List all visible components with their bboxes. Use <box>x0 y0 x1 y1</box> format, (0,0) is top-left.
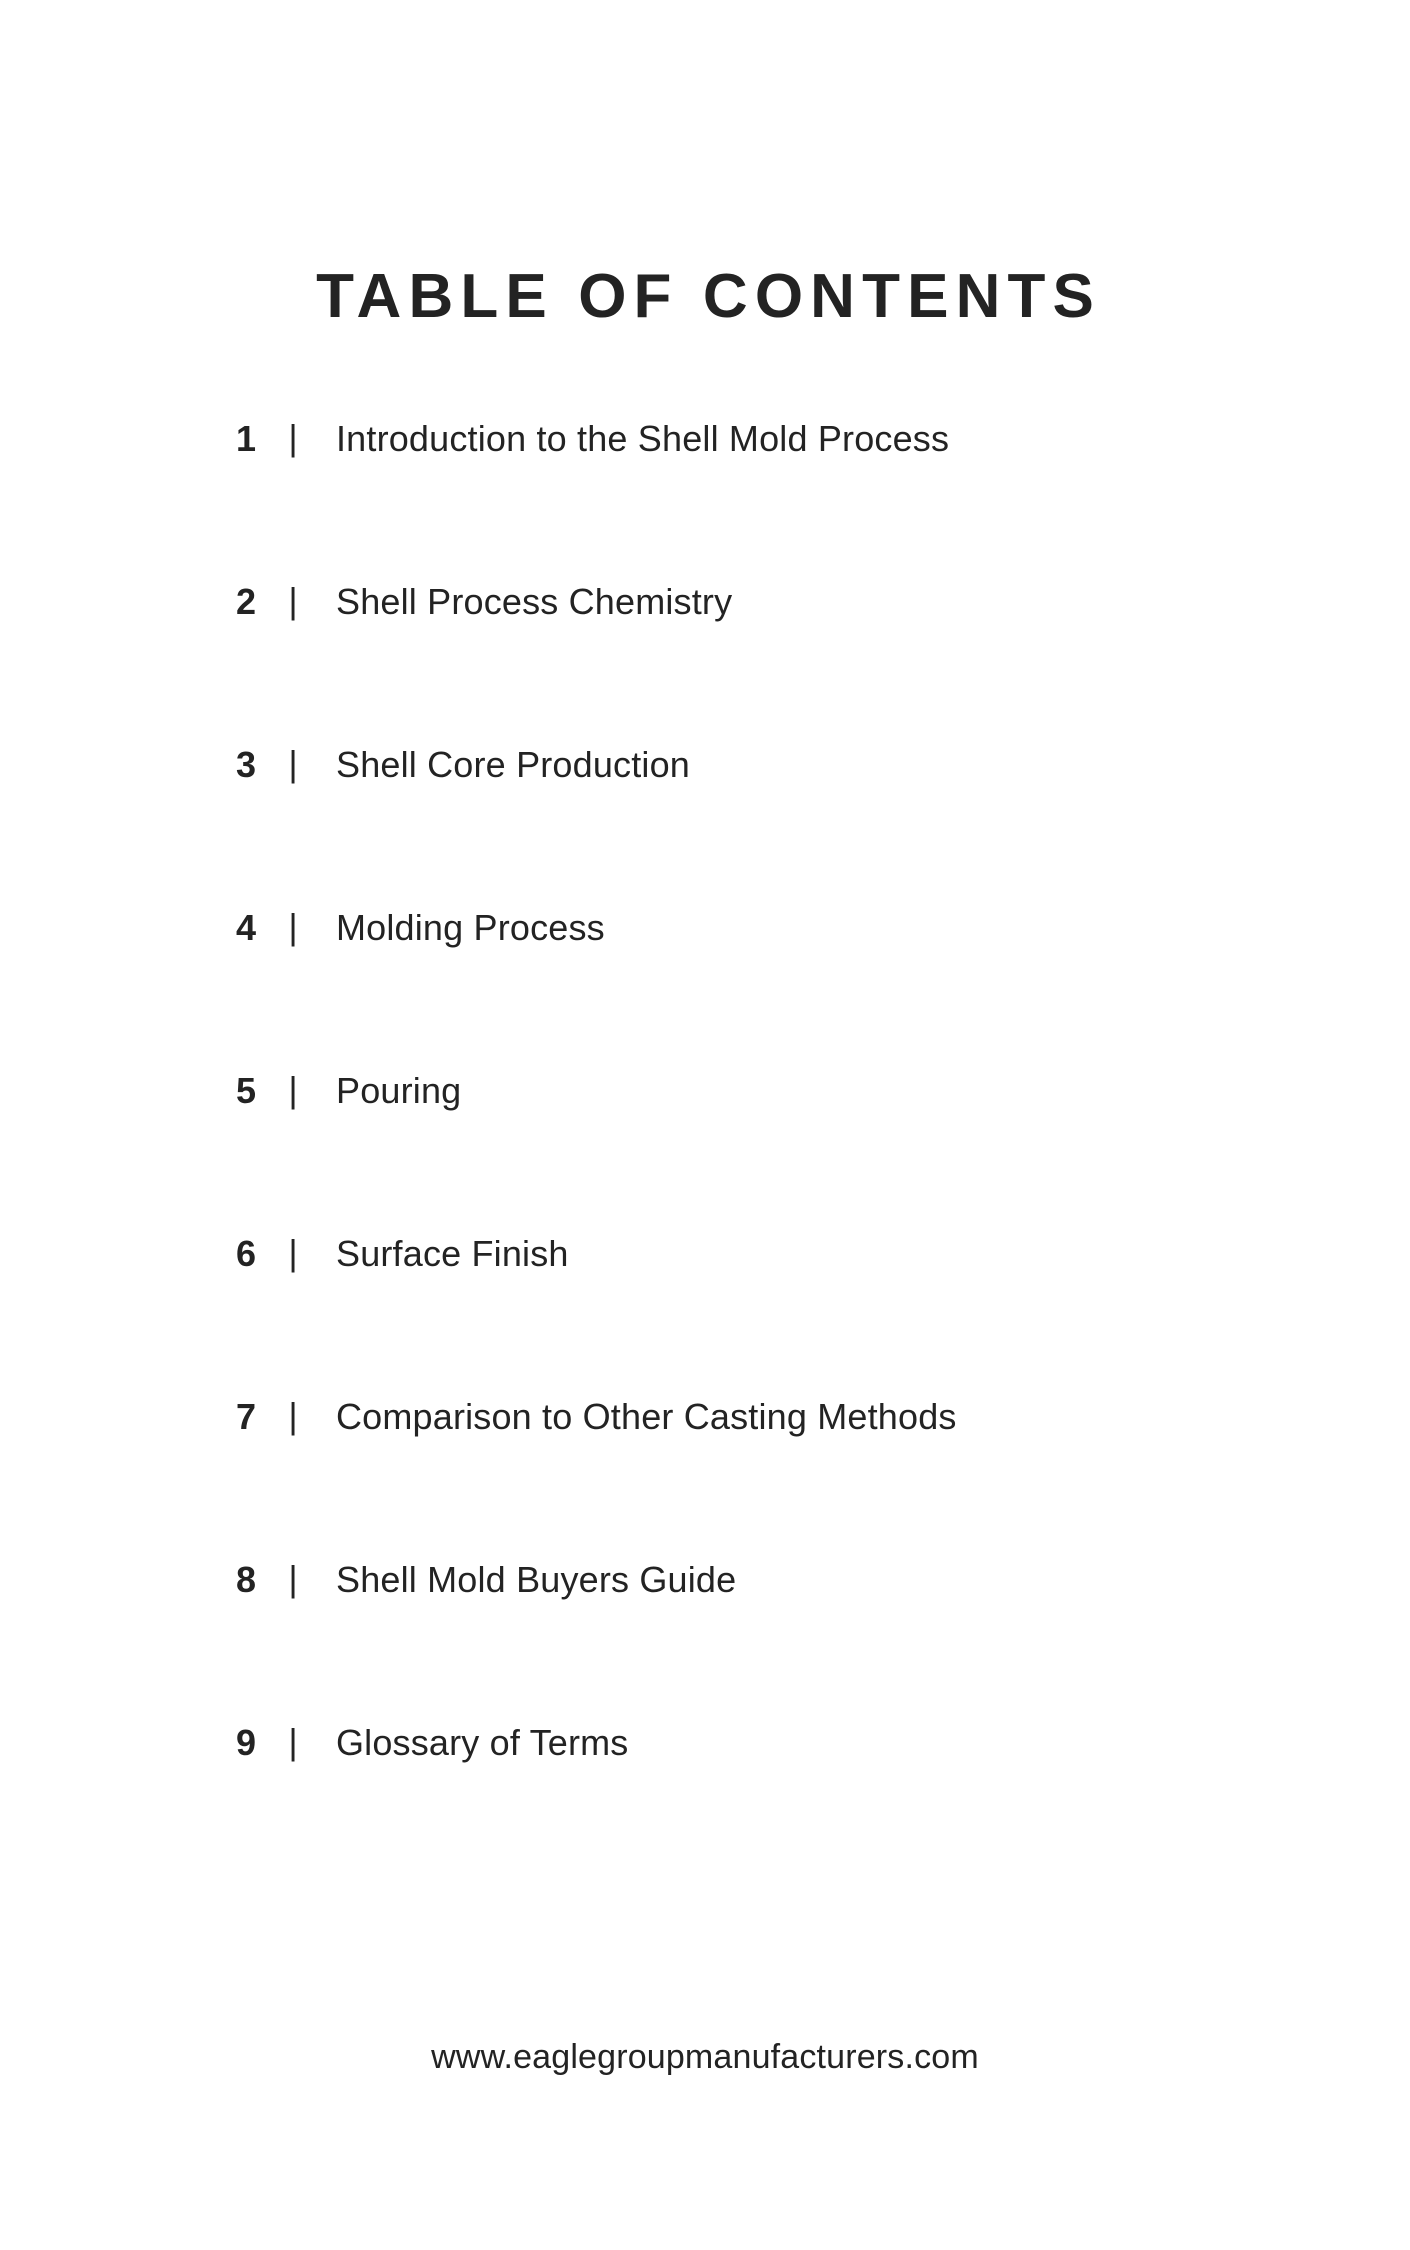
toc-entry-label[interactable]: Introduction to the Shell Mold Process <box>324 418 949 460</box>
pipe-divider-icon: | <box>288 1232 298 1273</box>
toc-entry-3[interactable]: 3 | Shell Core Production <box>0 743 1410 907</box>
toc-entry-1[interactable]: 1 | Introduction to the Shell Mold Proce… <box>0 417 1410 581</box>
toc-entry-label[interactable]: Pouring <box>324 1070 461 1112</box>
toc-entry-label[interactable]: Glossary of Terms <box>324 1722 628 1764</box>
toc-entry-row[interactable]: 2 | Shell Process Chemistry <box>236 580 732 623</box>
toc-entry-row[interactable]: 4 | Molding Process <box>236 906 605 949</box>
toc-entry-row[interactable]: 5 | Pouring <box>236 1069 461 1112</box>
pipe-divider-icon: | <box>288 1395 298 1436</box>
toc-entry-label[interactable]: Surface Finish <box>324 1233 569 1275</box>
toc-entry-number: 1 <box>236 418 257 459</box>
pipe-divider-icon: | <box>288 743 298 784</box>
pipe-divider-icon: | <box>288 1721 298 1762</box>
toc-entry-row[interactable]: 8 | Shell Mold Buyers Guide <box>236 1558 736 1601</box>
toc-entry-number: 9 <box>236 1722 257 1763</box>
pipe-divider-icon: | <box>288 580 298 621</box>
toc-entry-number: 8 <box>236 1559 257 1600</box>
page-footer: www.eaglegroupmanufacturers.com <box>0 2038 1410 2077</box>
table-of-contents-list: 1 | Introduction to the Shell Mold Proce… <box>0 417 1410 1885</box>
toc-entry-8[interactable]: 8 | Shell Mold Buyers Guide <box>0 1558 1410 1722</box>
toc-entry-label[interactable]: Comparison to Other Casting Methods <box>324 1396 957 1438</box>
document-page: TABLE OF CONTENTS 1 | Introduction to th… <box>0 0 1410 2250</box>
toc-entry-label[interactable]: Shell Process Chemistry <box>324 581 732 623</box>
toc-entry-label[interactable]: Shell Core Production <box>324 744 690 786</box>
toc-entry-row[interactable]: 3 | Shell Core Production <box>236 743 690 786</box>
toc-entry-label[interactable]: Molding Process <box>324 907 605 949</box>
footer-website-url[interactable]: www.eaglegroupmanufacturers.com <box>431 2038 979 2076</box>
pipe-divider-icon: | <box>288 1558 298 1599</box>
toc-entry-row[interactable]: 7 | Comparison to Other Casting Methods <box>236 1395 957 1438</box>
toc-entry-4[interactable]: 4 | Molding Process <box>0 906 1410 1070</box>
pipe-divider-icon: | <box>288 906 298 947</box>
toc-entry-number: 4 <box>236 907 257 948</box>
pipe-divider-icon: | <box>288 417 298 458</box>
pipe-divider-icon: | <box>288 1069 298 1110</box>
toc-entry-number: 2 <box>236 581 257 622</box>
toc-entry-2[interactable]: 2 | Shell Process Chemistry <box>0 580 1410 744</box>
toc-entry-label[interactable]: Shell Mold Buyers Guide <box>324 1559 736 1601</box>
toc-entry-number: 5 <box>236 1070 257 1111</box>
toc-entry-row[interactable]: 9 | Glossary of Terms <box>236 1721 628 1764</box>
toc-entry-5[interactable]: 5 | Pouring <box>0 1069 1410 1233</box>
toc-entry-row[interactable]: 1 | Introduction to the Shell Mold Proce… <box>236 417 949 460</box>
toc-entry-row[interactable]: 6 | Surface Finish <box>236 1232 569 1275</box>
toc-entry-6[interactable]: 6 | Surface Finish <box>0 1232 1410 1396</box>
toc-entry-number: 3 <box>236 744 257 785</box>
toc-entry-number: 6 <box>236 1233 257 1274</box>
toc-entry-7[interactable]: 7 | Comparison to Other Casting Methods <box>0 1395 1410 1559</box>
toc-entry-9[interactable]: 9 | Glossary of Terms <box>0 1721 1410 1885</box>
toc-entry-number: 7 <box>236 1396 257 1437</box>
page-title: TABLE OF CONTENTS <box>316 261 1101 331</box>
